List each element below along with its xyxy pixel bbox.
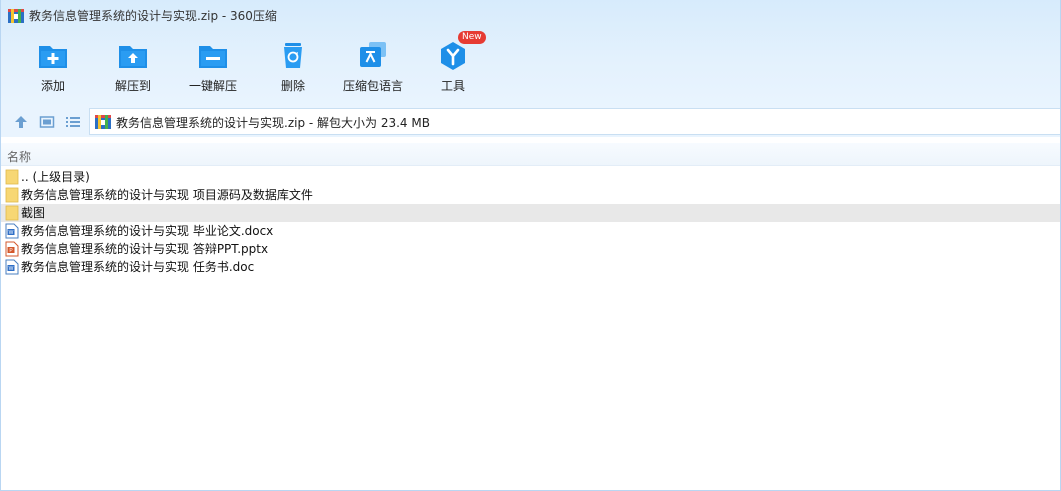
address-path: 教务信息管理系统的设计与实现.zip - 解包大小为 23.4 MB xyxy=(116,116,430,130)
svg-text:W: W xyxy=(9,266,14,272)
list-item-screenshots-folder[interactable]: 截图 xyxy=(1,204,1060,222)
list-item-parent-directory[interactable]: .. (上级目录) xyxy=(1,168,1060,186)
list-item-task-doc[interactable]: W 教务信息管理系统的设计与实现 任务书.doc xyxy=(1,258,1060,276)
up-arrow-icon[interactable] xyxy=(13,114,29,130)
language-icon xyxy=(360,42,386,67)
window-title: 教务信息管理系统的设计与实现.zip - 360压缩 xyxy=(29,9,277,23)
add-button[interactable]: 添加 xyxy=(13,38,93,98)
top-area: 教务信息管理系统的设计与实现.zip - 360压缩 添加 解压到 一键解压 删… xyxy=(1,0,1060,107)
list-item-thesis-docx[interactable]: W 教务信息管理系统的设计与实现 毕业论文.docx xyxy=(1,222,1060,240)
file-name: 教务信息管理系统的设计与实现 任务书.doc xyxy=(21,260,255,274)
tools-button[interactable]: New 工具 xyxy=(413,31,493,98)
folder-icon xyxy=(5,205,19,221)
title-bar: 教务信息管理系统的设计与实现.zip - 360压缩 xyxy=(1,0,1060,32)
file-name: 教务信息管理系统的设计与实现 毕业论文.docx xyxy=(21,224,274,238)
file-name: 教务信息管理系统的设计与实现 项目源码及数据库文件 xyxy=(21,188,313,202)
list-item-source-folder[interactable]: 教务信息管理系统的设计与实现 项目源码及数据库文件 xyxy=(1,186,1060,204)
language-label: 压缩包语言 xyxy=(342,79,403,93)
list-header: 名称 xyxy=(1,143,1060,166)
delete-button[interactable]: 删除 xyxy=(253,38,333,98)
file-name: 截图 xyxy=(21,206,46,220)
app-window: 教务信息管理系统的设计与实现.zip - 360压缩 添加 解压到 一键解压 删… xyxy=(0,0,1061,491)
add-icon xyxy=(39,46,67,68)
folder-icon xyxy=(5,187,19,203)
word-document-icon: W xyxy=(5,223,19,239)
list-item-defense-pptx[interactable]: P 教务信息管理系统的设计与实现 答辩PPT.pptx xyxy=(1,240,1060,258)
one-click-extract-label: 一键解压 xyxy=(188,79,237,93)
folder-icon xyxy=(5,169,19,185)
extract-to-label: 解压到 xyxy=(114,79,151,93)
extract-to-button[interactable]: 解压到 xyxy=(93,38,173,98)
thumbnail-view-icon[interactable] xyxy=(39,114,55,130)
recycle-bin-icon xyxy=(284,43,302,68)
file-name: .. (上级目录) xyxy=(21,170,90,184)
word-document-icon: W xyxy=(5,259,19,275)
add-label: 添加 xyxy=(40,79,65,93)
extract-to-icon xyxy=(119,46,147,68)
one-click-extract-icon xyxy=(199,46,227,68)
zip-archive-icon xyxy=(95,115,111,129)
svg-text:W: W xyxy=(9,230,14,236)
new-badge: New xyxy=(458,31,486,44)
zip-archive-icon xyxy=(8,9,24,23)
archive-language-button[interactable]: 压缩包语言 xyxy=(333,38,413,98)
list-view-icon[interactable] xyxy=(65,114,81,130)
navigation-bar: 教务信息管理系统的设计与实现.zip - 解包大小为 23.4 MB xyxy=(1,107,1060,137)
powerpoint-document-icon: P xyxy=(5,241,19,257)
tools-label: 工具 xyxy=(440,79,465,93)
file-name: 教务信息管理系统的设计与实现 答辩PPT.pptx xyxy=(21,242,269,256)
address-bar[interactable]: 教务信息管理系统的设计与实现.zip - 解包大小为 23.4 MB xyxy=(89,108,1060,135)
delete-label: 删除 xyxy=(280,79,305,93)
file-list: .. (上级目录) 教务信息管理系统的设计与实现 项目源码及数据库文件 截图 W… xyxy=(1,168,1060,276)
tools-icon xyxy=(441,42,465,70)
name-column-header[interactable]: 名称 xyxy=(7,148,31,165)
one-click-extract-button[interactable]: 一键解压 xyxy=(173,38,253,98)
